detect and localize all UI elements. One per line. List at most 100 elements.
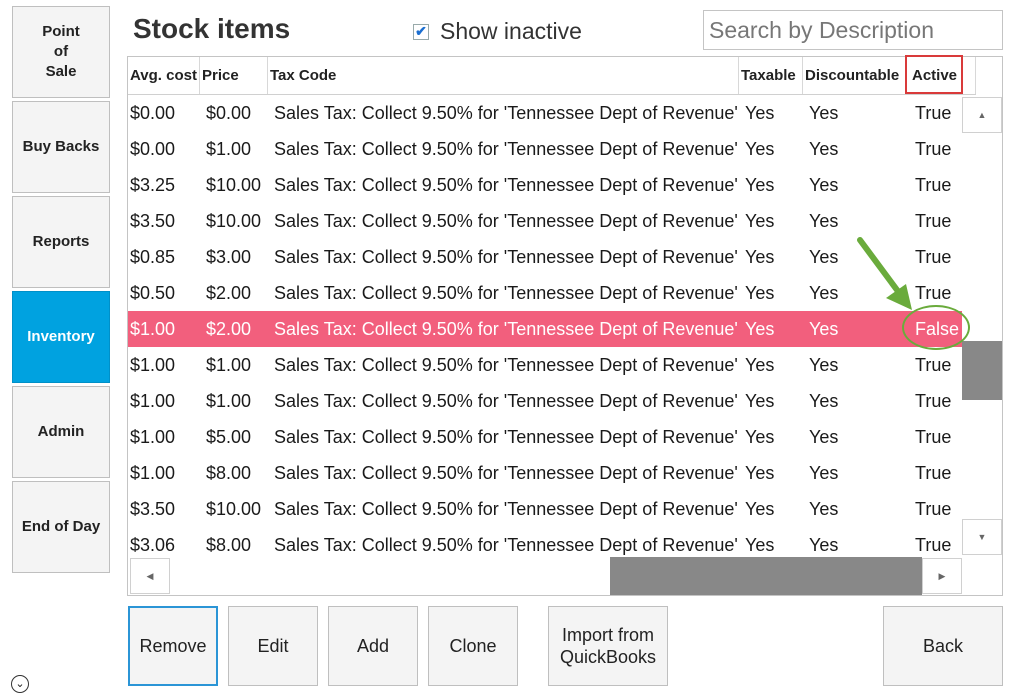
vertical-scroll-thumb[interactable] [962,341,1002,400]
table-cell: Yes [809,499,839,519]
table-row[interactable]: $0.50 $2.00 Sales Tax: Collect 9.50% for '… [128,275,962,311]
horizontal-scrollbar[interactable]: ◀ ▶ [128,557,1002,595]
collapse-chevron-icon[interactable]: ⌄ [11,675,29,693]
table-cell: $1.00 [130,463,176,483]
table-cell: Sales Tax: Collect 9.50% for 'Tennessee … [274,211,738,231]
active-column-callout-box [905,55,963,94]
callout-arrow-icon [857,237,912,310]
table-cell: Yes [745,535,775,555]
table-cell: Yes [809,247,839,267]
table-cell: Yes [745,247,775,267]
table-cell: Sales Tax: Collect 9.50% for 'Tennessee … [274,175,738,195]
table-cell: $0.00 [130,139,176,159]
import-quickbooks-button[interactable]: Import from QuickBooks [548,606,668,686]
back-button[interactable]: Back [883,606,1003,686]
table-cell: True [915,139,952,159]
table-cell: $3.50 [130,211,176,231]
table-cell: $0.00 [206,103,252,123]
table-cell: Yes [809,175,839,195]
scroll-down-icon[interactable]: ▼ [962,519,1002,555]
table-cell: Sales Tax: Collect 9.50% for 'Tennessee … [274,319,738,339]
table-cell: Yes [745,463,775,483]
table-row[interactable]: $3.06 $8.00 Sales Tax: Collect 9.50% for '… [128,527,962,556]
table-cell: Yes [809,427,839,447]
table-cell: $0.00 [130,103,176,123]
table-row[interactable]: $3.50 $10.00 Sales Tax: Collect 9.50% for … [128,203,962,239]
table-cell: Yes [809,391,839,411]
table-cell: Yes [809,355,839,375]
show-inactive-toggle[interactable]: ✔ Show inactive [413,18,582,45]
clone-button[interactable]: Clone [428,606,518,686]
table-cell: $3.06 [130,535,176,555]
table-cell: Yes [809,211,839,231]
table-cell: Sales Tax: Collect 9.50% for 'Tennessee … [274,391,738,411]
nav-point-of-sale[interactable]: Point of Sale [12,6,110,98]
nav-end-of-day[interactable]: End of Day [12,481,110,573]
column-header-tax-code[interactable]: Tax Code [268,57,739,94]
table-row[interactable]: $0.00 $0.00 Sales Tax: Collect 9.50% for '… [128,95,962,131]
column-header-price[interactable]: Price [200,57,268,94]
table-cell: Yes [809,103,839,123]
table-cell: True [915,247,952,267]
table-row[interactable]: $3.50 $10.00 Sales Tax: Collect 9.50% for … [128,491,962,527]
show-inactive-checkbox[interactable]: ✔ [413,23,429,40]
horizontal-scroll-thumb[interactable] [610,557,922,595]
grid-rows: $0.00 $0.00 Sales Tax: Collect 9.50% for '… [128,95,962,556]
nav-buy-backs[interactable]: Buy Backs [12,101,110,193]
scroll-up-icon[interactable]: ▲ [962,97,1002,133]
grid-header: Avg. cost Price Tax Code Taxable Discoun… [128,57,976,95]
table-row[interactable]: $1.00 $2.00 Sales Tax: Collect 9.50% for '… [128,311,962,347]
table-cell: Yes [809,139,839,159]
table-cell: $3.50 [130,499,176,519]
table-cell: Sales Tax: Collect 9.50% for 'Tennessee … [274,247,738,267]
column-header-discountable[interactable]: Discountable [803,57,907,94]
table-cell: Yes [745,139,775,159]
table-row[interactable]: $0.00 $1.00 Sales Tax: Collect 9.50% for '… [128,131,962,167]
table-row[interactable]: $1.00 $8.00 Sales Tax: Collect 9.50% for '… [128,455,962,491]
search-input[interactable] [703,10,1003,50]
table-cell: $1.00 [206,139,252,159]
nav-reports[interactable]: Reports [12,196,110,288]
table-cell: True [915,427,952,447]
remove-button[interactable]: Remove [128,606,218,686]
table-cell: $0.85 [130,247,176,267]
column-header-avg-cost[interactable]: Avg. cost [128,57,200,94]
table-cell: $5.00 [206,427,252,447]
table-cell: True [915,535,952,555]
table-cell: Yes [809,463,839,483]
edit-button[interactable]: Edit [228,606,318,686]
table-cell: $1.00 [130,319,176,339]
table-cell: True [915,463,952,483]
table-cell: True [915,355,952,375]
table-cell: $1.00 [130,391,176,411]
column-header-taxable[interactable]: Taxable [739,57,803,94]
table-cell: Sales Tax: Collect 9.50% for 'Tennessee … [274,355,738,375]
table-cell: Yes [745,427,775,447]
table-row[interactable]: $1.00 $1.00 Sales Tax: Collect 9.50% for '… [128,383,962,419]
table-cell: Sales Tax: Collect 9.50% for 'Tennessee … [274,139,738,159]
scroll-right-icon[interactable]: ▶ [922,558,962,594]
table-cell: $2.00 [206,283,252,303]
table-cell: Yes [745,391,775,411]
table-cell: True [915,211,952,231]
table-cell: Sales Tax: Collect 9.50% for 'Tennessee … [274,427,738,447]
page-title: Stock items [133,13,291,44]
table-cell: $8.00 [206,535,252,555]
nav-admin[interactable]: Admin [12,386,110,478]
table-cell: Yes [745,175,775,195]
nav-inventory[interactable]: Inventory [12,291,110,383]
scroll-left-icon[interactable]: ◀ [130,558,170,594]
table-cell: Yes [745,499,775,519]
table-cell: True [915,391,952,411]
table-row[interactable]: $0.85 $3.00 Sales Tax: Collect 9.50% for '… [128,239,962,275]
table-cell: $1.00 [130,427,176,447]
table-row[interactable]: $1.00 $1.00 Sales Tax: Collect 9.50% for '… [128,347,962,383]
show-inactive-label: Show inactive [440,18,582,44]
add-button[interactable]: Add [328,606,418,686]
table-row[interactable]: $3.25 $10.00 Sales Tax: Collect 9.50% for … [128,167,962,203]
table-cell: Yes [809,319,839,339]
table-row[interactable]: $1.00 $5.00 Sales Tax: Collect 9.50% for '… [128,419,962,455]
table-cell: $8.00 [206,463,252,483]
table-cell: Sales Tax: Collect 9.50% for 'Tennessee … [274,463,738,483]
table-cell: $3.25 [130,175,176,195]
